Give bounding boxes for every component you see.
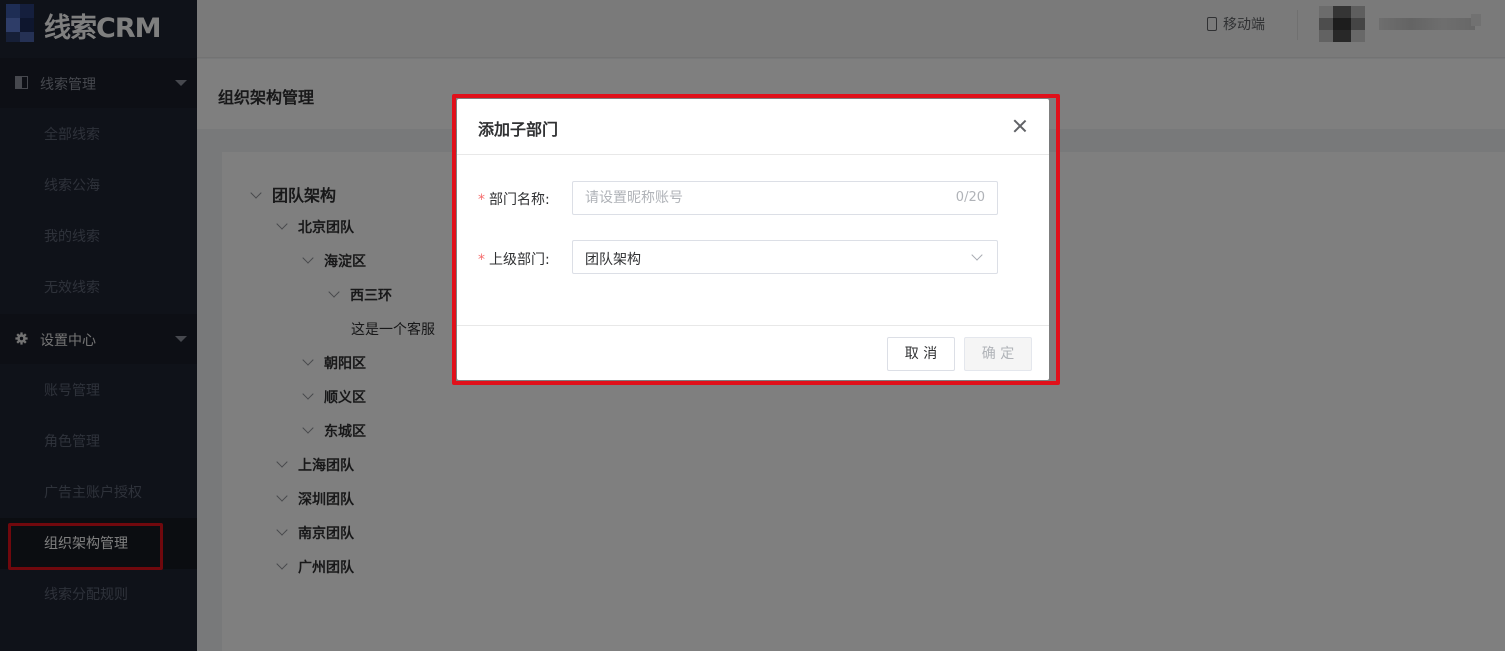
annotation-highlight-dialog bbox=[452, 94, 1060, 385]
